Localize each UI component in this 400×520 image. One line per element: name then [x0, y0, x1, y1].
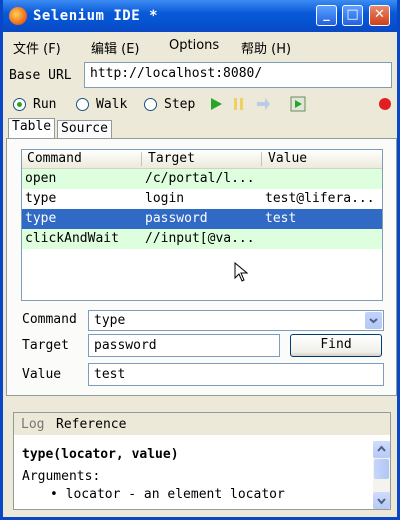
selenium-ide-window: Selenium IDE * _ □ ✕ 文件 (F) 编辑 (E) Optio… — [0, 0, 400, 520]
chevron-down-icon[interactable] — [365, 312, 382, 329]
test-runner-icon[interactable] — [290, 96, 306, 112]
menu-help[interactable]: 帮助 (H) — [241, 38, 291, 57]
tab-source[interactable]: Source — [57, 120, 112, 138]
record-icon[interactable] — [378, 97, 392, 111]
value-input[interactable]: test — [88, 363, 384, 386]
title-bar[interactable]: Selenium IDE * _ □ ✕ — [3, 0, 397, 32]
scroll-down-icon[interactable] — [373, 492, 390, 509]
mouse-cursor-icon — [234, 262, 248, 282]
menu-edit[interactable]: 编辑 (E) — [91, 38, 140, 57]
maximize-button[interactable]: □ — [342, 5, 363, 26]
walk-label: Walk — [96, 97, 128, 112]
minimize-button[interactable]: _ — [316, 5, 337, 26]
command-select[interactable]: type — [88, 310, 384, 331]
tab-log[interactable]: Log — [21, 417, 44, 432]
menu-file[interactable]: 文件 (F) — [13, 38, 61, 57]
tab-table[interactable]: Table — [8, 118, 56, 138]
header-target[interactable]: Target — [148, 151, 195, 166]
argument-item: • locator - an element locator — [50, 487, 285, 502]
table-row-selected[interactable]: type password test — [22, 209, 382, 229]
step-label: Step — [164, 97, 196, 112]
arguments-label: Arguments: — [22, 469, 101, 484]
scroll-thumb[interactable] — [374, 459, 389, 479]
grid-header: Command Target Value — [22, 150, 382, 169]
scroll-up-icon[interactable] — [373, 441, 390, 458]
menu-options[interactable]: Options — [169, 38, 219, 53]
close-button[interactable]: ✕ — [369, 5, 390, 26]
table-row[interactable]: open /c/portal/l... — [22, 169, 382, 189]
table-row[interactable]: clickAndWait //input[@va... — [22, 229, 382, 249]
target-label: Target — [22, 338, 69, 353]
command-select-value: type — [94, 313, 126, 328]
command-grid: Command Target Value open /c/portal/l...… — [21, 149, 383, 301]
menu-bar: 文件 (F) 编辑 (E) Options 帮助 (H) — [3, 32, 397, 58]
header-command[interactable]: Command — [27, 151, 82, 166]
editor-tabs: Table Source — [6, 118, 394, 138]
header-value[interactable]: Value — [268, 151, 307, 166]
value-label: Value — [22, 367, 62, 382]
target-input[interactable]: password — [88, 334, 280, 357]
reference-scrollbar[interactable] — [373, 441, 390, 509]
table-row[interactable]: type login test@lifera... — [22, 189, 382, 209]
play-icon[interactable] — [209, 97, 223, 111]
firefox-icon — [9, 7, 27, 25]
run-label: Run — [33, 97, 57, 112]
step-radio[interactable] — [144, 98, 157, 111]
window-title: Selenium IDE * — [33, 8, 159, 24]
table-panel: Command Target Value open /c/portal/l...… — [6, 138, 397, 396]
step-over-icon[interactable] — [255, 96, 271, 112]
command-label: Command — [22, 312, 77, 327]
run-radio[interactable] — [13, 98, 26, 111]
log-reference-panel: Log Reference type(locator, value) Argum… — [13, 412, 391, 510]
walk-radio[interactable] — [76, 98, 89, 111]
find-button[interactable]: Find — [290, 334, 382, 357]
reference-signature: type(locator, value) — [22, 447, 179, 462]
tab-reference[interactable]: Reference — [56, 417, 126, 432]
pause-icon[interactable] — [232, 97, 246, 111]
bottom-tabs: Log Reference — [14, 413, 390, 435]
base-url-label: Base URL — [9, 68, 72, 83]
base-url-input[interactable]: http://localhost:8080/ — [84, 62, 392, 88]
